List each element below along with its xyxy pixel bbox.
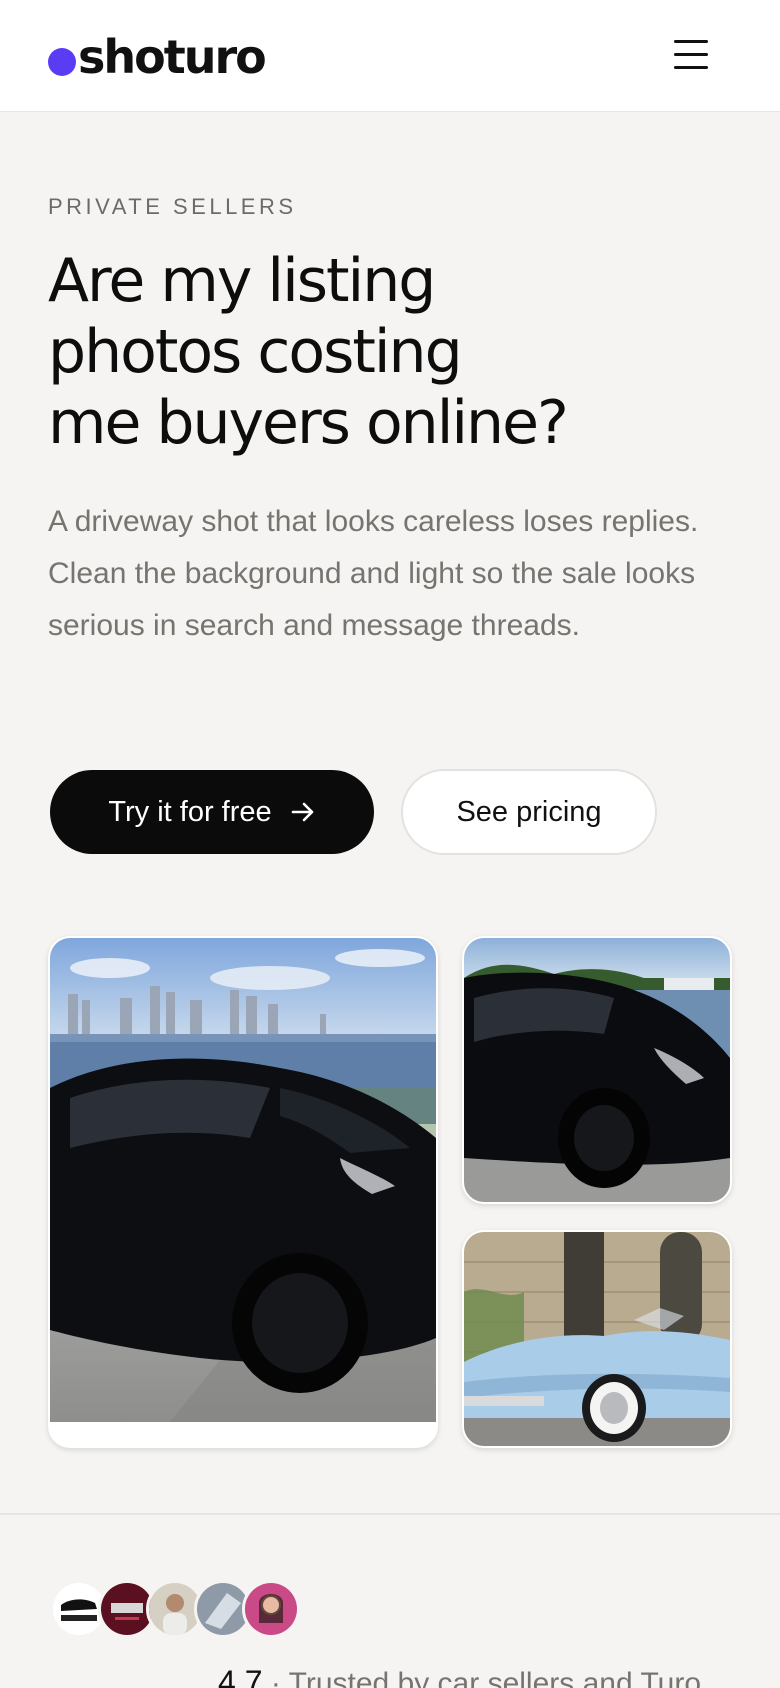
user-photo-3: [242, 1580, 300, 1638]
headline-line-3: me buyers online?: [48, 388, 569, 458]
brand-name: shoturo: [78, 30, 267, 84]
try-free-label: Try it for free: [108, 795, 272, 828]
customer-avatars: [50, 1580, 300, 1638]
site-header: shoturo: [0, 0, 780, 112]
hero-subtext: A driveway shot that looks careless lose…: [48, 505, 699, 642]
rating-score: 4.7: [218, 1664, 263, 1688]
black-suv-waterfront-photo: [50, 938, 436, 1422]
hamburger-menu-icon[interactable]: [670, 36, 714, 76]
rating-text: · Trusted by car sellers and Turo: [270, 1667, 702, 1688]
brand-logo[interactable]: shoturo: [48, 30, 267, 84]
gallery-image-bottom-right: [462, 1230, 732, 1448]
gallery-image-top-right: [462, 936, 732, 1204]
see-pricing-button[interactable]: See pricing: [401, 769, 657, 855]
headline-line-1: Are my listing: [48, 246, 436, 316]
gallery-image-main: [48, 936, 438, 1448]
black-suv-marina-photo: [464, 938, 730, 1202]
light-blue-classic-convertible-photo: [464, 1232, 730, 1446]
hero-headline: Are my listing photos costing me buyers …: [48, 246, 728, 459]
try-free-button[interactable]: Try it for free: [50, 770, 374, 854]
arrow-right-icon: [291, 802, 313, 822]
headline-line-2: photos costing: [48, 317, 463, 387]
hero-eyebrow: PRIVATE SELLERS: [48, 194, 297, 219]
see-pricing-label: See pricing: [456, 795, 602, 828]
section-divider: [0, 1513, 780, 1515]
brand-dot-icon: [48, 48, 76, 76]
rating-line: 4.7 · Trusted by car sellers and Turo: [218, 1664, 701, 1688]
